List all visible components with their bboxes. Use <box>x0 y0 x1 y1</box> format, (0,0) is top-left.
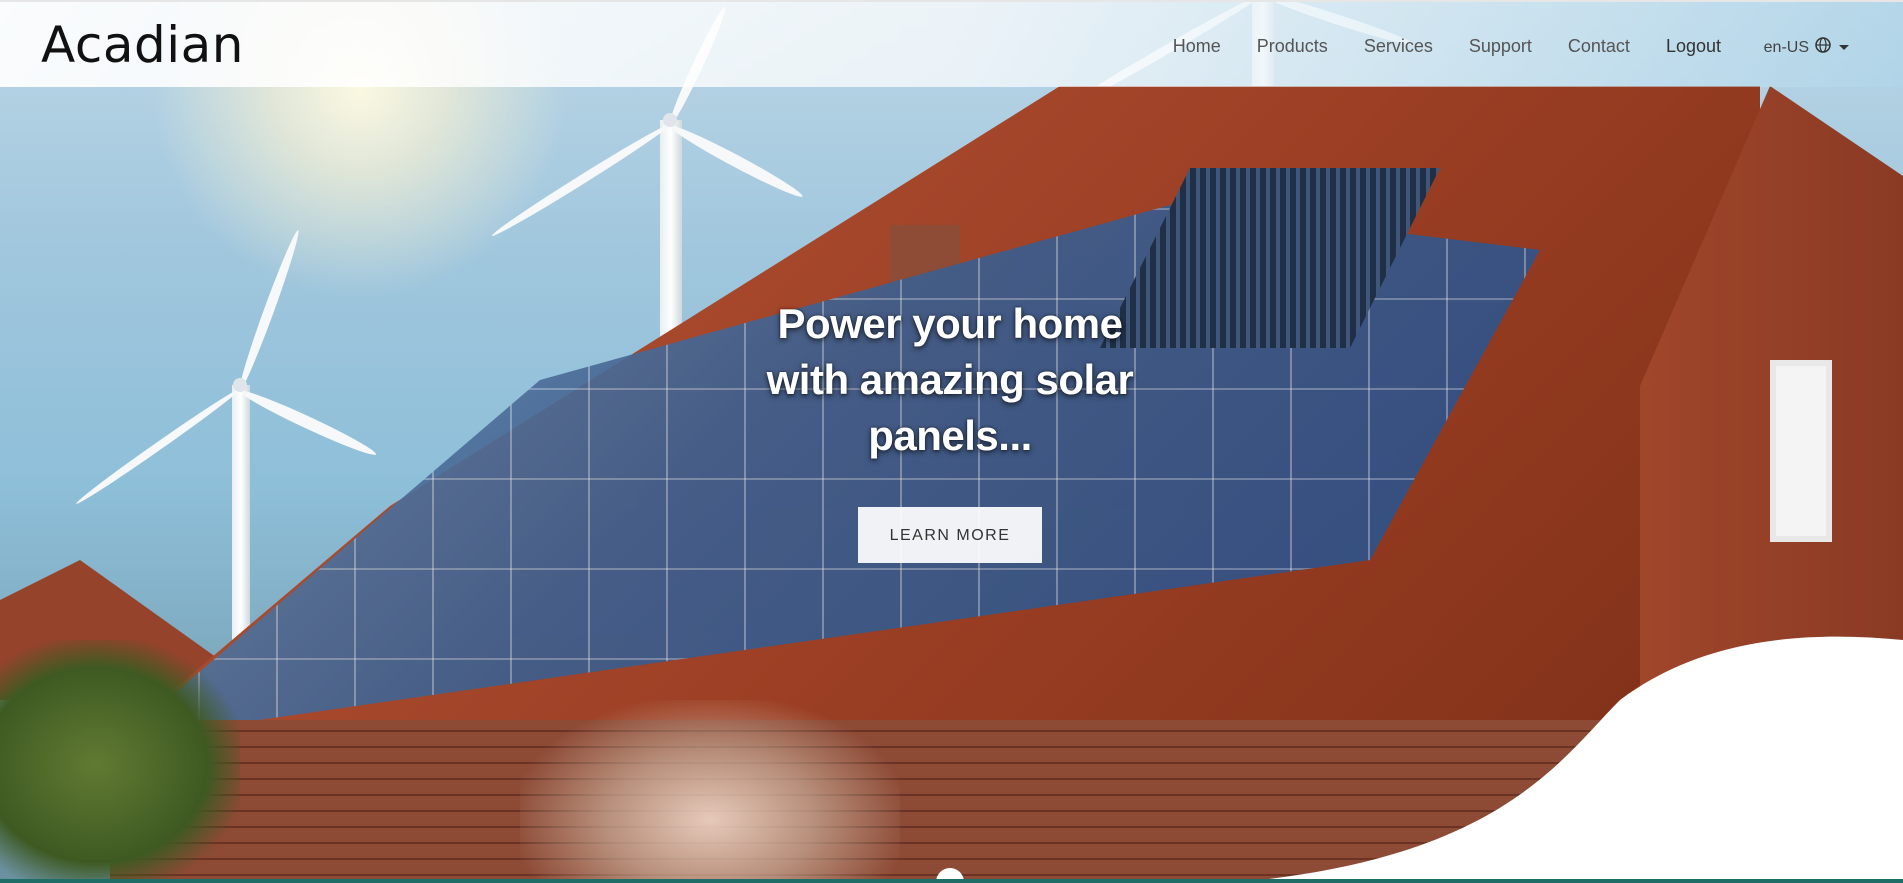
nav-logout[interactable]: Logout <box>1666 36 1721 57</box>
tree-foliage <box>0 640 240 883</box>
page: Acadian Home Products Services Support C… <box>0 0 1903 883</box>
nav-products[interactable]: Products <box>1257 36 1328 57</box>
hero-title-line-2: with amazing solar <box>766 356 1134 403</box>
nav-support[interactable]: Support <box>1469 36 1532 57</box>
flowering-shrub <box>520 700 900 883</box>
chevron-down-icon <box>1839 45 1849 50</box>
learn-more-button[interactable]: LEARN MORE <box>858 507 1042 563</box>
brand-logo[interactable]: Acadian <box>41 16 244 74</box>
main-nav: Home Products Services Support Contact L… <box>1137 36 1721 57</box>
language-label: en-US <box>1763 38 1809 56</box>
hero-title: Power your home with amazing solar panel… <box>740 296 1160 464</box>
nav-contact[interactable]: Contact <box>1568 36 1630 57</box>
brick-wall <box>110 720 1710 883</box>
globe-icon <box>1815 37 1831 58</box>
top-navbar: Acadian Home Products Services Support C… <box>0 0 1903 87</box>
nav-services[interactable]: Services <box>1364 36 1433 57</box>
accent-bar <box>0 879 1903 883</box>
language-selector[interactable]: en-US <box>1764 37 1849 58</box>
nav-home[interactable]: Home <box>1173 36 1221 57</box>
house-window <box>1770 360 1832 542</box>
hero-title-line-1: Power your home <box>777 300 1123 347</box>
hero-title-line-3: panels... <box>868 412 1032 459</box>
